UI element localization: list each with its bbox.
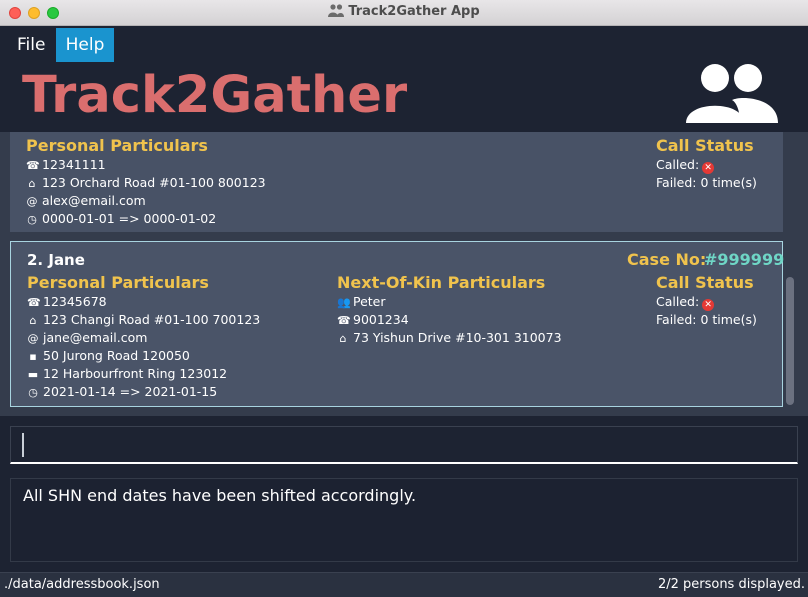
menu-help[interactable]: Help (56, 28, 114, 62)
persons-count: 2/2 persons displayed. (657, 577, 805, 592)
briefcase-icon: ▪ (29, 350, 37, 363)
phone-icon: ☎ (26, 159, 40, 172)
address-row: ⌂ 123 Orchard Road #01-100 800123 (26, 175, 266, 190)
home-icon: ⌂ (339, 332, 347, 345)
nok-name-row: 👥 Peter (337, 294, 386, 309)
menu-file[interactable]: File (9, 28, 53, 62)
scrollbar-thumb[interactable] (786, 277, 794, 405)
shn-row: ◷ 2021-01-14 => 2021-01-15 (28, 384, 218, 399)
call-status-title: Call Status (656, 273, 754, 292)
result-display: All SHN end dates have been shifted acco… (10, 478, 798, 562)
called-row: Called: ✕ (656, 157, 715, 174)
window-titlebar: Track2Gather App (0, 0, 808, 26)
bed-icon: ▬ (27, 368, 39, 381)
called-row: Called: ✕ (656, 294, 715, 311)
email-row: @ alex@email.com (26, 193, 146, 208)
window-title: Track2Gather App (0, 4, 808, 21)
failed-row: Failed: 0 time(s) (656, 312, 757, 327)
people-icon (684, 62, 780, 128)
clock-icon: ◷ (28, 386, 38, 399)
home-icon: ⌂ (28, 177, 36, 190)
failed-row: Failed: 0 time(s) (656, 175, 757, 190)
person-card[interactable]: Personal Particulars ☎ 12341111 ⌂ 123 Orch… (10, 132, 783, 232)
person-name: 2. Jane (27, 251, 85, 269)
nok-phone-row: ☎ 9001234 (337, 312, 409, 327)
person-card-selected[interactable]: 2. Jane Case No: #999999 Personal Partic… (10, 241, 785, 407)
personal-particulars-title: Personal Particulars (27, 273, 209, 292)
people-icon (328, 4, 345, 21)
address-row: ⌂ 123 Changi Road #01-100 700123 (27, 312, 261, 327)
command-input[interactable] (10, 426, 798, 464)
not-called-icon: ✕ (702, 162, 715, 174)
personal-particulars-title: Personal Particulars (26, 136, 208, 155)
at-icon: @ (27, 332, 39, 345)
command-area (0, 416, 808, 472)
email-row: @ jane@email.com (27, 330, 148, 345)
nok-address-row: ⌂ 73 Yishun Drive #10-301 310073 (337, 330, 562, 345)
status-bar: ./data/addressbook.json 2/2 persons disp… (0, 572, 808, 597)
call-status-title: Call Status (656, 136, 754, 155)
result-message: All SHN end dates have been shifted acco… (23, 486, 417, 505)
case-number-label: Case No: (627, 250, 707, 269)
menu-bar: File Help (0, 26, 808, 64)
phone-row: ☎ 12341111 (26, 157, 106, 172)
phone-icon: ☎ (27, 296, 41, 309)
work-address-row: ▪ 50 Jurong Road 120050 (27, 348, 190, 363)
shn-row: ◷ 0000-01-01 => 0000-01-02 (27, 211, 217, 226)
home-icon: ⌂ (29, 314, 37, 327)
at-icon: @ (26, 195, 38, 208)
text-caret (22, 433, 24, 457)
not-called-icon: ✕ (702, 299, 715, 311)
data-file-path: ./data/addressbook.json (4, 577, 160, 592)
app-name: Track2Gather (22, 66, 408, 125)
next-of-kin-title: Next-Of-Kin Particulars (337, 273, 546, 292)
list-scrollbar[interactable] (786, 146, 794, 406)
phone-icon: ☎ (337, 314, 351, 327)
window-title-text: Track2Gather App (348, 4, 480, 19)
phone-row: ☎ 12345678 (27, 294, 107, 309)
person-list[interactable]: Personal Particulars ☎ 12341111 ⌂ 123 Orch… (0, 132, 808, 416)
case-number: #999999 (704, 250, 785, 269)
clock-icon: ◷ (27, 213, 37, 226)
people-icon: 👥 (337, 296, 351, 309)
quarantine-address-row: ▬ 12 Harbourfront Ring 123012 (27, 366, 228, 381)
